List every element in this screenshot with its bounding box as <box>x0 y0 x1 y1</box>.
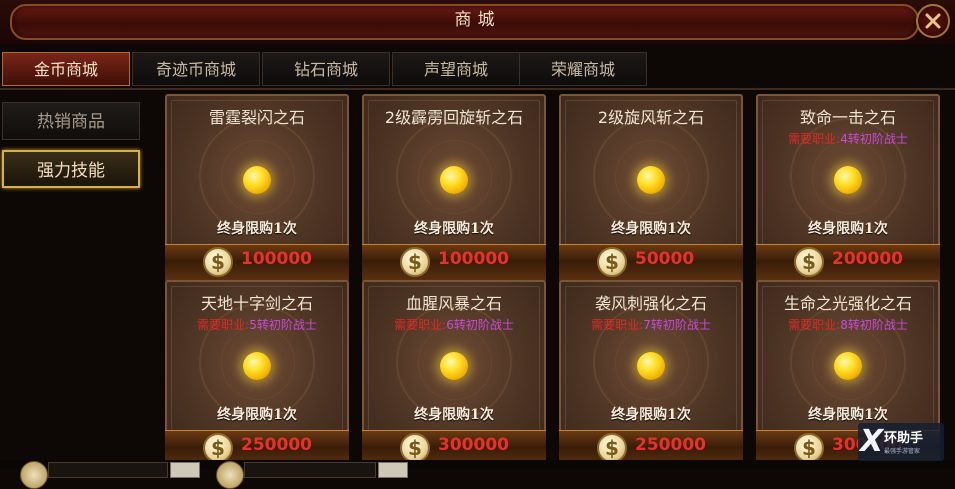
product-name: 生命之光强化之石 <box>783 294 912 313</box>
product-name: 袭风刺强化之石 <box>594 294 707 313</box>
product-name: 雷霆裂闪之石 <box>208 108 305 127</box>
job-requirement: 需要职业:7转初阶战士 <box>561 316 741 333</box>
tab-miracle-coin-shop[interactable]: 奇迹币商城 <box>132 52 260 86</box>
requirement-job: 4转初阶战士 <box>840 132 908 146</box>
shop-tabs: 金币商城 奇迹币商城 钻石商城 声望商城 荣耀商城 <box>0 52 955 88</box>
gold-coin-icon <box>20 461 48 489</box>
gold-coin-icon: $ <box>794 433 824 463</box>
product-price: 100000 <box>241 249 312 269</box>
gold-coin-icon: $ <box>597 247 627 277</box>
product-card[interactable]: 血腥风暴之石 需要职业:6转初阶战士 终身限购1次 $ 300000 <box>362 280 546 467</box>
job-requirement: 需要职业:6转初阶战士 <box>364 316 544 333</box>
product-price: 50000 <box>635 249 695 269</box>
purchase-limit: 终身限购1次 <box>611 221 691 237</box>
gold-coin-icon: $ <box>794 247 824 277</box>
tab-gold-shop[interactable]: 金币商城 <box>2 52 130 86</box>
purchase-limit: 终身限购1次 <box>414 407 494 423</box>
requirement-label: 需要职业: <box>788 132 841 146</box>
skill-stone-icon <box>637 166 665 194</box>
requirement-job: 8转初阶战士 <box>840 318 908 332</box>
watermark-mark: X <box>860 424 884 459</box>
requirement-label: 需要职业: <box>197 318 250 332</box>
gold-coin-icon: $ <box>597 433 627 463</box>
requirement-label: 需要职业: <box>591 318 644 332</box>
watermark-text: 环助手 <box>884 431 924 446</box>
skill-stone-icon <box>440 166 468 194</box>
purchase-limit: 终身限购1次 <box>217 221 297 237</box>
tab-honor-shop[interactable]: 荣耀商城 <box>519 52 647 86</box>
product-name: 2级旋风斩之石 <box>597 108 705 127</box>
product-name: 天地十字剑之石 <box>200 294 313 313</box>
product-card[interactable]: 2级旋风斩之石 终身限购1次 $ 50000 <box>559 94 743 281</box>
sidebar-item-power-skills[interactable]: 强力技能 <box>2 150 140 188</box>
product-card[interactable]: 致命一击之石 需要职业:4转初阶战士 终身限购1次 $ 200000 <box>756 94 940 281</box>
purchase-limit: 终身限购1次 <box>808 221 888 237</box>
product-name: 血腥风暴之石 <box>405 294 502 313</box>
requirement-label: 需要职业: <box>788 318 841 332</box>
skill-stone-icon <box>834 166 862 194</box>
gold-coin-icon: $ <box>400 433 430 463</box>
skill-stone-icon <box>243 352 271 380</box>
skill-stone-icon <box>440 352 468 380</box>
purchase-limit: 终身限购1次 <box>414 221 494 237</box>
product-price: 200000 <box>832 249 903 269</box>
window-title: 商城 <box>454 10 501 30</box>
product-price: 100000 <box>438 249 509 269</box>
gold-coin-icon: $ <box>203 433 233 463</box>
sidebar-item-hot-sale[interactable]: 热销商品 <box>2 102 140 140</box>
gold-coin-icon: $ <box>400 247 430 277</box>
tab-diamond-shop[interactable]: 钻石商城 <box>262 52 390 86</box>
product-price: 250000 <box>635 435 706 455</box>
miracle-coin-icon <box>216 461 244 489</box>
miracle-coin-balance-field <box>244 462 376 478</box>
requirement-job: 5转初阶战士 <box>249 318 317 332</box>
close-button[interactable] <box>916 4 950 38</box>
watermark-logo: X 环助手 最强手游管家 <box>858 423 944 461</box>
tab-reputation-shop[interactable]: 声望商城 <box>392 52 520 86</box>
requirement-job: 7转初阶战士 <box>643 318 711 332</box>
add-miracle-coin-button[interactable] <box>378 462 408 478</box>
product-card[interactable]: 雷霆裂闪之石 终身限购1次 $ 100000 <box>165 94 349 281</box>
purchase-limit: 终身限购1次 <box>611 407 691 423</box>
job-requirement: 需要职业:4转初阶战士 <box>758 130 938 147</box>
add-gold-button[interactable] <box>170 462 200 478</box>
product-name: 2级霹雳回旋斩之石 <box>384 108 524 127</box>
product-card[interactable]: 2级霹雳回旋斩之石 终身限购1次 $ 100000 <box>362 94 546 281</box>
job-requirement: 需要职业:5转初阶战士 <box>167 316 347 333</box>
product-price: 250000 <box>241 435 312 455</box>
requirement-label: 需要职业: <box>394 318 447 332</box>
purchase-limit: 终身限购1次 <box>217 407 297 423</box>
product-price: 300000 <box>438 435 509 455</box>
product-card[interactable]: 天地十字剑之石 需要职业:5转初阶战士 终身限购1次 $ 250000 <box>165 280 349 467</box>
product-name: 致命一击之石 <box>799 108 896 127</box>
product-card[interactable]: 袭风刺强化之石 需要职业:7转初阶战士 终身限购1次 $ 250000 <box>559 280 743 467</box>
gold-balance-field <box>48 462 168 478</box>
skill-stone-icon <box>834 352 862 380</box>
purchase-limit: 终身限购1次 <box>808 407 888 423</box>
requirement-job: 6转初阶战士 <box>446 318 514 332</box>
watermark-subtext: 最强手游管家 <box>884 448 921 455</box>
tabs-divider <box>0 88 955 90</box>
skill-stone-icon <box>243 166 271 194</box>
gold-coin-icon: $ <box>203 247 233 277</box>
job-requirement: 需要职业:8转初阶战士 <box>758 316 938 333</box>
close-icon <box>925 13 941 29</box>
skill-stone-icon <box>637 352 665 380</box>
